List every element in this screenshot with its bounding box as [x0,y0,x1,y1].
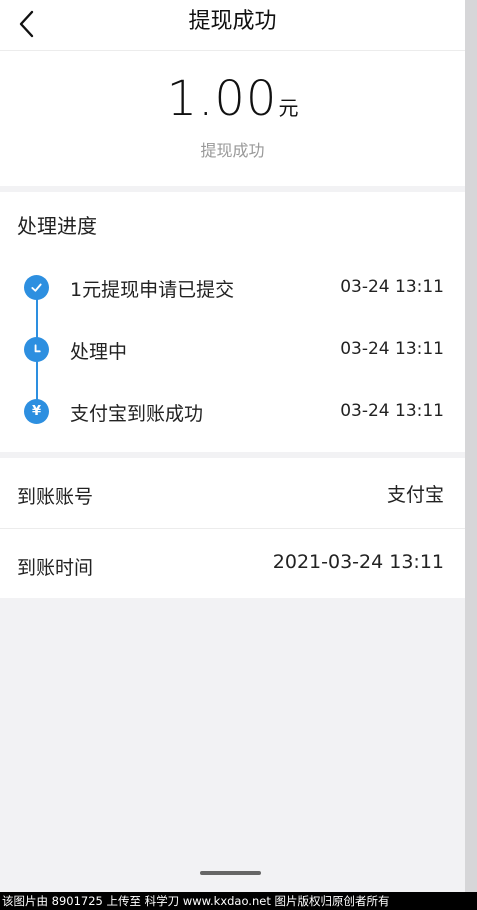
timeline-step: ¥ 支付宝到账成功 03-24 13:11 [0,396,465,426]
account-value: 支付宝 [386,484,444,506]
check-icon [24,275,49,300]
arrival-time-value: 2021-03-24 13:11 [272,551,444,573]
amount-card: 1.00元 提现成功 [0,51,465,186]
screen: 提现成功 1.00元 提现成功 处理进度 1元提现申请已提交 03-24 13:… [0,0,465,892]
account-label: 到账账号 [17,486,94,508]
timeline-step: 1元提现申请已提交 03-24 13:11 [0,272,465,302]
page-title: 提现成功 [188,9,277,34]
progress-title: 处理进度 [17,214,97,238]
detail-card: 到账账号 支付宝 到账时间 2021-03-24 13:11 [0,458,465,598]
step-time: 03-24 13:11 [340,277,444,297]
progress-card: 处理进度 1元提现申请已提交 03-24 13:11 处理中 03-24 13:… [0,192,465,452]
home-indicator[interactable] [200,871,261,875]
nav-bar: 提现成功 [0,0,465,51]
amount-value: 1.00 [166,71,278,127]
yen-icon: ¥ [24,399,49,424]
amount-unit: 元 [278,96,299,120]
clock-icon [24,337,49,362]
timeline-step: 处理中 03-24 13:11 [0,334,465,364]
account-row: 到账账号 支付宝 [0,458,465,528]
amount-status: 提现成功 [200,141,265,160]
amount-row: 1.00元 [0,71,465,127]
watermark-text: 该图片由 8901725 上传至 科学刀 www.kxdao.net 图片版权归… [0,892,477,910]
step-label: 1元提现申请已提交 [70,279,235,301]
step-time: 03-24 13:11 [340,339,444,359]
step-label: 处理中 [70,341,128,363]
arrival-time-label: 到账时间 [17,557,94,579]
arrival-time-row: 到账时间 2021-03-24 13:11 [0,528,465,599]
edge-strip [465,0,477,892]
step-time: 03-24 13:11 [340,401,444,421]
step-label: 支付宝到账成功 [70,403,204,425]
